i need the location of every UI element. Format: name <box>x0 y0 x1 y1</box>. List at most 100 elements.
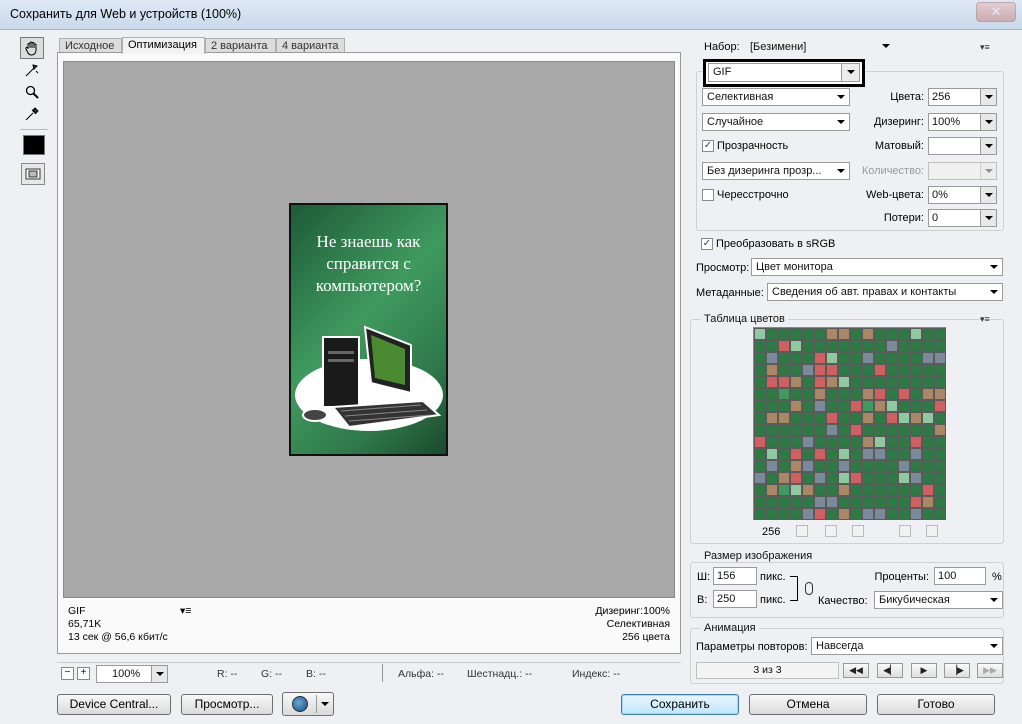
previous-frame-button[interactable]: ◀▏ <box>877 663 903 678</box>
interlaced-checkbox[interactable] <box>702 189 714 201</box>
palette-swatch[interactable] <box>922 388 934 400</box>
palette-swatch[interactable] <box>766 484 778 496</box>
palette-swatch[interactable] <box>838 472 850 484</box>
palette-swatch[interactable] <box>814 448 826 460</box>
palette-swatch[interactable] <box>814 412 826 424</box>
palette-swatch[interactable] <box>874 376 886 388</box>
palette-swatch[interactable] <box>814 436 826 448</box>
palette-swatch[interactable] <box>838 484 850 496</box>
palette-swatch[interactable] <box>838 400 850 412</box>
palette-swatch[interactable] <box>778 340 790 352</box>
palette-swatch[interactable] <box>790 448 802 460</box>
dither-algorithm-dropdown[interactable]: Случайное <box>702 113 850 131</box>
palette-swatch[interactable] <box>934 376 946 388</box>
palette-swatch[interactable] <box>814 352 826 364</box>
palette-swatch[interactable] <box>778 376 790 388</box>
palette-swatch[interactable] <box>826 388 838 400</box>
download-speed-menu-icon[interactable]: ▾≡ <box>180 605 191 618</box>
palette-swatch[interactable] <box>802 436 814 448</box>
palette-swatch[interactable] <box>778 388 790 400</box>
palette-swatch[interactable] <box>850 436 862 448</box>
palette-swatch[interactable] <box>898 508 910 520</box>
palette-swatch[interactable] <box>886 460 898 472</box>
palette-swatch[interactable] <box>862 448 874 460</box>
eyedropper-color-swatch[interactable] <box>23 135 45 155</box>
palette-swatch[interactable] <box>910 508 922 520</box>
palette-swatch[interactable] <box>802 328 814 340</box>
palette-swatch[interactable] <box>814 364 826 376</box>
palette-swatch[interactable] <box>838 412 850 424</box>
palette-swatch[interactable] <box>802 388 814 400</box>
palette-swatch[interactable] <box>802 508 814 520</box>
palette-swatch[interactable] <box>850 364 862 376</box>
palette-swatch[interactable] <box>886 412 898 424</box>
palette-swatch[interactable] <box>910 436 922 448</box>
palette-swatch[interactable] <box>922 376 934 388</box>
palette-swatch[interactable] <box>886 376 898 388</box>
palette-swatch[interactable] <box>886 328 898 340</box>
palette-swatch[interactable] <box>826 496 838 508</box>
palette-swatch[interactable] <box>802 400 814 412</box>
palette-swatch[interactable] <box>850 460 862 472</box>
palette-swatch[interactable] <box>886 448 898 460</box>
trash-icon[interactable] <box>926 525 938 537</box>
palette-swatch[interactable] <box>874 508 886 520</box>
palette-swatch[interactable] <box>814 508 826 520</box>
palette-swatch[interactable] <box>886 472 898 484</box>
palette-swatch[interactable] <box>850 388 862 400</box>
palette-swatch[interactable] <box>862 460 874 472</box>
palette-swatch[interactable] <box>934 472 946 484</box>
palette-swatch[interactable] <box>886 340 898 352</box>
next-frame-button[interactable]: ▕▶ <box>944 663 970 678</box>
palette-swatch[interactable] <box>874 496 886 508</box>
palette-swatch[interactable] <box>778 436 790 448</box>
palette-swatch[interactable] <box>910 424 922 436</box>
palette-swatch[interactable] <box>934 388 946 400</box>
palette-swatch[interactable] <box>754 448 766 460</box>
palette-swatch[interactable] <box>790 328 802 340</box>
done-button[interactable]: Готово <box>877 694 995 715</box>
palette-swatch[interactable] <box>814 496 826 508</box>
tab-4-up[interactable]: 4 варианта <box>276 38 345 53</box>
palette-swatch[interactable] <box>790 340 802 352</box>
palette-swatch[interactable] <box>778 448 790 460</box>
palette-swatch[interactable] <box>850 496 862 508</box>
palette-swatch[interactable] <box>802 472 814 484</box>
palette-swatch[interactable] <box>826 376 838 388</box>
colors-dropdown-button[interactable] <box>980 89 996 105</box>
optimize-menu-icon[interactable]: ▾≡ <box>980 42 990 53</box>
palette-swatch[interactable] <box>754 436 766 448</box>
palette-swatch[interactable] <box>898 388 910 400</box>
palette-swatch[interactable] <box>838 448 850 460</box>
palette-swatch[interactable] <box>754 424 766 436</box>
palette-swatch[interactable] <box>922 448 934 460</box>
width-field[interactable]: 156 <box>713 567 757 585</box>
palette-swatch[interactable] <box>754 400 766 412</box>
lossy-dropdown-button[interactable] <box>980 210 996 226</box>
hand-tool[interactable] <box>20 37 44 59</box>
zoom-in-button[interactable]: + <box>77 667 90 680</box>
palette-swatch[interactable] <box>886 352 898 364</box>
link-proportions-icon[interactable] <box>805 582 813 595</box>
palette-swatch[interactable] <box>802 412 814 424</box>
palette-swatch[interactable] <box>802 424 814 436</box>
palette-swatch[interactable] <box>862 496 874 508</box>
color-palette[interactable] <box>753 327 946 520</box>
palette-swatch[interactable] <box>874 448 886 460</box>
palette-swatch[interactable] <box>766 340 778 352</box>
palette-swatch[interactable] <box>922 364 934 376</box>
palette-swatch[interactable] <box>790 376 802 388</box>
zoom-dropdown-button[interactable] <box>151 666 167 682</box>
palette-swatch[interactable] <box>754 352 766 364</box>
palette-swatch[interactable] <box>766 508 778 520</box>
palette-swatch[interactable] <box>934 364 946 376</box>
preview-mode-dropdown[interactable]: Цвет монитора <box>751 258 1003 276</box>
zoom-out-button[interactable]: − <box>61 667 74 680</box>
palette-swatch[interactable] <box>766 424 778 436</box>
color-table-menu-icon[interactable]: ▾≡ <box>980 314 990 325</box>
palette-swatch[interactable] <box>898 352 910 364</box>
palette-swatch[interactable] <box>850 472 862 484</box>
palette-swatch[interactable] <box>910 376 922 388</box>
palette-swatch[interactable] <box>790 412 802 424</box>
palette-swatch[interactable] <box>910 460 922 472</box>
